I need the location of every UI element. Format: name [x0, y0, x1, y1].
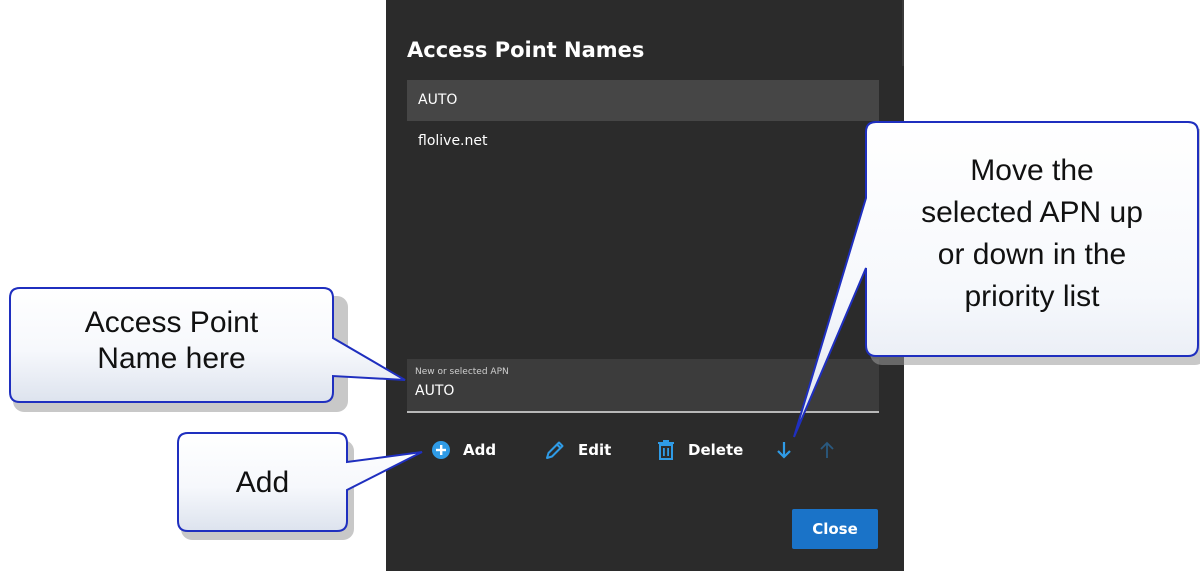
- callout-move-line: or down in the: [937, 238, 1127, 271]
- callout-add-text: Add: [235, 466, 290, 499]
- callout-move-line: Move the: [970, 154, 1094, 187]
- callout-move-line: priority list: [964, 280, 1100, 313]
- callout-move-line: selected APN up: [921, 196, 1143, 229]
- callout-name-text: Access Point Name here: [10, 305, 333, 377]
- callout-move-text: Move the selected APN up or down in the …: [866, 150, 1198, 318]
- callout-name-line: Access Point: [84, 306, 259, 339]
- callout-name-line: Name here: [97, 342, 246, 375]
